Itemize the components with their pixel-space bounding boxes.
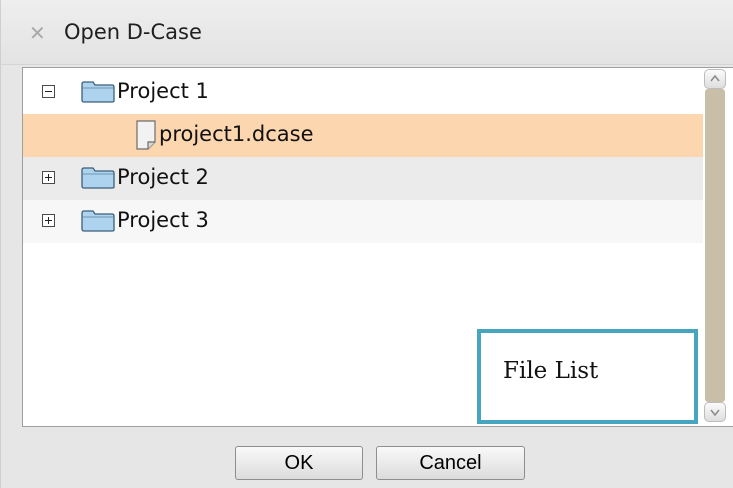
scroll-down-button[interactable] bbox=[704, 402, 726, 422]
cancel-button[interactable]: Cancel bbox=[376, 446, 525, 480]
tree-item-project-3[interactable]: Project 3 bbox=[23, 200, 703, 243]
file-icon bbox=[136, 120, 156, 150]
scroll-up-button[interactable] bbox=[704, 69, 726, 89]
tree-item-label: Project 2 bbox=[117, 165, 209, 189]
tree-item-project-1[interactable]: Project 1 bbox=[23, 71, 703, 114]
tree-item-label: project1.dcase bbox=[159, 122, 314, 146]
chevron-up-icon bbox=[710, 74, 720, 82]
file-list-annotation: File List bbox=[477, 329, 698, 424]
chevron-down-icon bbox=[710, 409, 720, 417]
tree-item-project-2[interactable]: Project 2 bbox=[23, 157, 703, 200]
annotation-label: File List bbox=[503, 358, 599, 384]
title-bar: ✕ Open D-Case bbox=[1, 0, 733, 65]
expand-toggle-icon[interactable] bbox=[42, 214, 55, 227]
folder-icon bbox=[81, 210, 115, 232]
vertical-scrollbar[interactable] bbox=[704, 69, 726, 422]
tree-item-label: Project 3 bbox=[117, 208, 209, 232]
folder-icon bbox=[81, 167, 115, 189]
button-bar: OK Cancel bbox=[1, 428, 733, 488]
ok-button[interactable]: OK bbox=[235, 446, 363, 480]
expand-toggle-icon[interactable] bbox=[42, 171, 55, 184]
close-icon[interactable]: ✕ bbox=[29, 23, 46, 43]
tree-item-project1-dcase[interactable]: project1.dcase bbox=[23, 114, 703, 157]
folder-icon bbox=[81, 81, 115, 103]
dialog-title: Open D-Case bbox=[64, 20, 202, 44]
collapse-toggle-icon[interactable] bbox=[42, 85, 55, 98]
scroll-thumb[interactable] bbox=[705, 89, 725, 402]
tree-item-label: Project 1 bbox=[117, 79, 209, 103]
open-dcase-dialog: ✕ Open D-Case Project 1 project1.dcase P… bbox=[0, 0, 733, 488]
